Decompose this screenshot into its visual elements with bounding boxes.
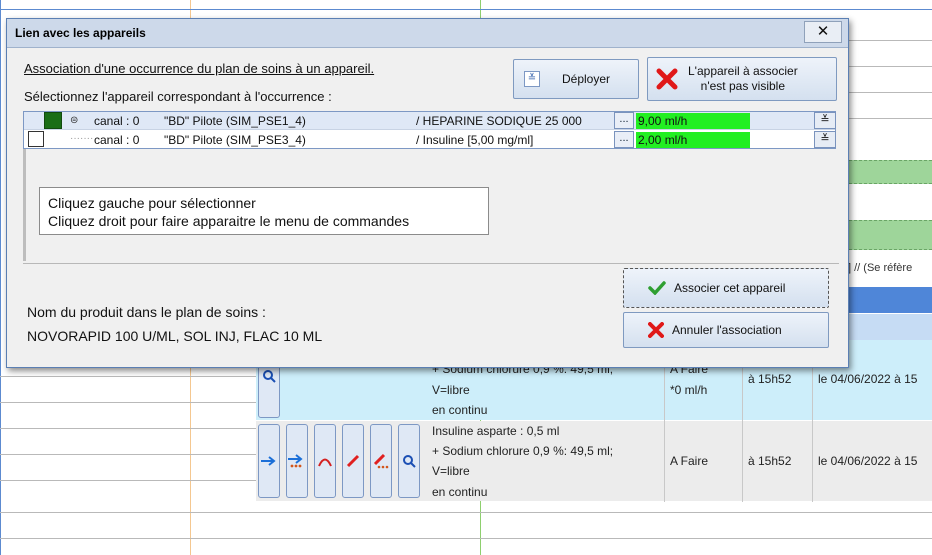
device-row-1[interactable]: ⊜ canal : 0 "BD" Pilote (SIM_PSE1_4) / H… <box>24 112 836 130</box>
not-visible-label-2: n'est pas visible <box>700 79 786 93</box>
close-icon: ✕ <box>816 23 830 40</box>
deploy-label: Déployer <box>562 72 611 86</box>
associate-button[interactable]: Associer cet appareil <box>623 268 829 308</box>
selected-checkbox[interactable] <box>44 112 62 129</box>
device-canal: canal : 0 <box>94 133 140 147</box>
expand-icon[interactable]: ≚ <box>814 112 836 129</box>
arrow-bolus-icon <box>288 454 303 468</box>
device-options-button[interactable]: ... <box>614 112 634 129</box>
device-product: / HEPARINE SODIQUE 25 000 <box>416 114 582 128</box>
red-x-icon <box>648 322 664 338</box>
arrow-right-icon <box>261 456 276 466</box>
device-flow: 2,00 ml/h <box>636 132 750 148</box>
edit-button[interactable] <box>342 424 364 498</box>
light-blue-band <box>849 314 932 340</box>
grid-line <box>849 40 932 41</box>
bottom-panel: Nom du produit dans le plan de soins : N… <box>23 263 839 365</box>
device-pilot: "BD" Pilote (SIM_PSE3_4) <box>164 133 306 147</box>
list-frame-left <box>23 149 26 261</box>
pencil-dots-icon <box>373 453 389 469</box>
dotted-link-icon: ······· <box>70 133 94 144</box>
app-window: ] // (Se réfère + Sodium chlorure 0,9 %:… <box>0 0 932 555</box>
tooltip-line-1: Cliquez gauche pour sélectionner <box>48 195 256 211</box>
grid-line <box>0 376 256 377</box>
grid-line <box>0 480 256 481</box>
device-flow: 9,00 ml/h <box>636 113 750 129</box>
device-pilot: "BD" Pilote (SIM_PSE1_4) <box>164 114 306 128</box>
cancel-label: Annuler l'association <box>672 323 782 337</box>
product-name: NOVORAPID 100 U/ML, SOL INJ, FLAC 10 ML <box>27 328 323 344</box>
grid-line <box>0 538 932 539</box>
row-2-status: A Faire <box>670 454 709 468</box>
row-1-flow: *0 ml/h <box>670 383 708 397</box>
dialog-titlebar[interactable]: Lien avec les appareils ✕ <box>7 19 848 48</box>
row-1-desc-3: en continu <box>432 403 488 417</box>
grid-line <box>0 454 256 455</box>
row-2-desc-1: Insuline asparte : 0,5 ml <box>432 424 560 438</box>
chevron-down-icon: ≚ <box>524 71 540 87</box>
row-1-date: le 04/06/2022 à 15 <box>818 372 918 386</box>
product-label: Nom du produit dans le plan de soins : <box>27 304 266 320</box>
green-band-1 <box>849 160 932 184</box>
grid-line <box>0 512 932 513</box>
green-band-2 <box>849 220 932 250</box>
device-options-button[interactable]: ... <box>614 131 634 148</box>
start-button[interactable] <box>258 424 280 498</box>
row-2-date: le 04/06/2022 à 15 <box>818 454 918 468</box>
dialog-heading: Association d'une occurrence du plan de … <box>24 61 375 76</box>
not-visible-label-1: L'appareil à associer <box>688 64 798 78</box>
device-list[interactable]: ⊜ canal : 0 "BD" Pilote (SIM_PSE1_4) / H… <box>23 111 836 149</box>
ref-header-text: ] // (Se réfère <box>848 262 913 274</box>
dialog-title: Lien avec les appareils <box>15 26 146 40</box>
device-row-2[interactable]: ······· canal : 0 "BD" Pilote (SIM_PSE3_… <box>24 131 836 149</box>
row-2-desc-2: + Sodium chlorure 0,9 %: 49,5 ml; <box>432 444 614 458</box>
unselected-checkbox[interactable] <box>28 131 44 147</box>
tooltip-line-2: Cliquez droit pour faire apparaitre le m… <box>48 213 410 229</box>
frame-left-line <box>0 0 1 555</box>
edit-dose-button[interactable] <box>370 424 392 498</box>
grid-line <box>849 66 932 67</box>
link-icon: ⊜ <box>70 115 79 126</box>
row-2-desc-4: en continu <box>432 485 488 499</box>
associate-label: Associer cet appareil <box>674 281 786 295</box>
grid-line <box>0 428 256 429</box>
row-1-time: à 15h52 <box>748 372 792 386</box>
checkmark-icon <box>648 281 666 295</box>
help-tooltip: Cliquez gauche pour sélectionner Cliquez… <box>39 187 489 235</box>
grid-line <box>0 402 256 403</box>
deploy-button[interactable]: ≚ Déployer <box>513 59 639 99</box>
curve-arrow-icon <box>318 458 332 467</box>
grid-line <box>849 118 932 119</box>
bolus-button[interactable] <box>286 424 308 498</box>
row-2-time: à 15h52 <box>748 454 792 468</box>
dialog-instruction: Sélectionnez l'appareil correspondant à … <box>24 89 332 104</box>
frame-top-line <box>0 9 932 10</box>
pencil-icon <box>346 454 360 468</box>
row-2-desc-3: V=libre <box>432 464 470 478</box>
search-icon <box>403 455 416 468</box>
row-1-desc-2: V=libre <box>432 383 470 397</box>
pause-button[interactable] <box>314 424 336 498</box>
red-x-icon <box>656 68 678 90</box>
device-canal: canal : 0 <box>94 114 140 128</box>
grid-line <box>849 92 932 93</box>
device-not-visible-button[interactable]: L'appareil à associer n'est pas visible <box>647 57 837 101</box>
close-button[interactable]: ✕ <box>804 21 842 43</box>
blue-header-band <box>849 287 932 313</box>
search-icon <box>263 370 276 383</box>
expand-icon[interactable]: ≚ <box>814 131 836 148</box>
cancel-association-button[interactable]: Annuler l'association <box>623 312 829 348</box>
search-button-2[interactable] <box>398 424 420 498</box>
device-product: / Insuline [5,00 mg/ml] <box>416 133 534 147</box>
link-devices-dialog: Lien avec les appareils ✕ Association d'… <box>6 18 849 368</box>
